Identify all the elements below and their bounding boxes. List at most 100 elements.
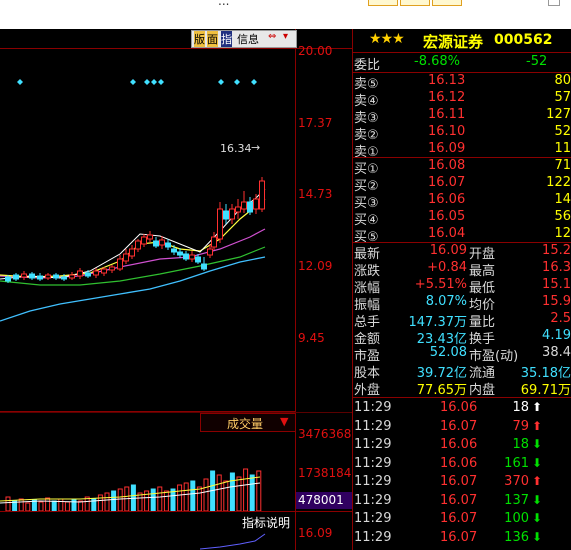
stat-value: 15.1 [542, 277, 571, 292]
bids-price: 16.05 [428, 209, 466, 224]
bids-price: 16.08 [428, 158, 466, 173]
candles [5, 177, 265, 283]
bids-row[interactable]: 买⑤ 16.04 12 [352, 226, 571, 245]
trade-row[interactable]: 11:29 16.06 18 ⬇ [352, 436, 571, 454]
candle-body [109, 266, 115, 271]
candle-body [235, 206, 241, 213]
bids-volume: 12 [554, 226, 571, 241]
top-tab-2[interactable] [400, 0, 430, 6]
stat-label: 外盘 [354, 383, 381, 398]
asks-volume: 57 [554, 90, 571, 105]
bids-row[interactable]: 买④ 16.05 56 [352, 209, 571, 228]
stat-row: 金额 23.43亿 换手 4.19 [352, 328, 571, 347]
stat-value: 69.71万 [520, 383, 571, 398]
volume-bar [64, 501, 70, 511]
candle-body [141, 236, 147, 245]
price-tick: 9.45 [298, 331, 325, 345]
trade-time: 11:29 [354, 474, 392, 489]
candle-body [229, 208, 235, 220]
indicator-tick: 16.09 [298, 526, 333, 540]
signal-marker-icon [218, 79, 224, 85]
stock-name: 宏源证券 [423, 33, 484, 51]
candle-body [201, 263, 207, 270]
signal-marker-icon [251, 79, 257, 85]
trade-price: 16.07 [440, 418, 478, 434]
stat-value: 16.09 [429, 243, 467, 258]
trade-time: 11:29 [354, 511, 392, 526]
toolbar-icon-1[interactable]: 版 [194, 31, 205, 47]
kline-chart-area[interactable]: 版 面 指 信息 ⇔ ▾ 20.00 17.37 14.73 12.09 9.4… [0, 29, 352, 550]
bids-volume: 122 [546, 175, 571, 190]
stat-row: 最新 16.09 开盘 15.2 [352, 243, 571, 262]
volume-bar [137, 492, 143, 511]
toolbar-icon-3[interactable]: 指 [221, 31, 232, 47]
trade-price: 16.07 [440, 511, 478, 526]
asks-row[interactable]: 卖① 16.09 11 [352, 141, 571, 160]
asks-volume: 80 [554, 73, 571, 88]
top-tab-1[interactable] [368, 0, 398, 6]
trade-price: 16.07 [440, 492, 478, 508]
ratio-diff: -52 [526, 54, 548, 69]
candle-body [159, 239, 165, 246]
trade-row[interactable]: 11:29 16.06 18 ⬆ [352, 399, 571, 417]
arrows-icon[interactable]: ⇔ [268, 31, 276, 42]
stat-label: 内盘 [469, 383, 496, 398]
volume-tick: 3476368 [298, 427, 352, 441]
trade-row[interactable]: 11:29 16.07 137 ⬇ [352, 492, 571, 510]
stat-value: 38.4 [542, 345, 571, 360]
asks-row[interactable]: 卖③ 16.11 127 [352, 107, 571, 126]
indicator-plot [200, 533, 266, 550]
trade-row[interactable]: 11:29 16.06 161 ⬇ [352, 455, 571, 473]
trade-volume: 370 [504, 474, 529, 489]
ratio-label: 委比 [354, 58, 381, 73]
stat-row: 股本 39.72亿 流通 35.18亿 [352, 362, 571, 381]
trade-row[interactable]: 11:29 16.07 79 ⬆ [352, 418, 571, 436]
volume-bar [18, 498, 24, 511]
trade-time: 11:29 [354, 437, 392, 452]
candle-body [77, 270, 83, 277]
stat-value: +5.51% [414, 277, 467, 292]
candle-body [153, 240, 159, 247]
asks-row[interactable]: 卖② 16.10 52 [352, 124, 571, 143]
candle-body [211, 236, 217, 248]
ratio-row: 委比 -8.68% -52 [352, 54, 571, 73]
asks-price: 16.11 [428, 107, 466, 122]
window-close-icon[interactable] [548, 0, 560, 6]
dropdown-icon[interactable]: ▾ [283, 31, 288, 42]
volume-tick: 1738184 [298, 466, 352, 480]
trade-volume: 100 [504, 511, 529, 526]
bids-price: 16.04 [428, 226, 466, 241]
volume-bar [58, 498, 64, 511]
bids-row[interactable]: 买① 16.08 71 [352, 158, 571, 177]
top-tab-3[interactable] [432, 0, 462, 6]
info-button[interactable]: 信息 [237, 31, 259, 47]
asks-row[interactable]: 卖④ 16.12 57 [352, 90, 571, 109]
ratio-value: -8.68% [414, 54, 460, 69]
indicator-dropdown[interactable]: 成交量 ▼ [200, 413, 296, 432]
candle-body [189, 254, 195, 260]
trade-row[interactable]: 11:29 16.07 100 ⬇ [352, 510, 571, 528]
chevron-down-icon: ▼ [280, 415, 289, 428]
candle-body [93, 270, 99, 276]
trade-price: 16.07 [440, 529, 478, 545]
bids-volume: 71 [554, 158, 571, 173]
volume-bar [223, 480, 229, 511]
bids-price: 16.06 [428, 192, 466, 207]
trade-row[interactable]: 11:29 16.07 136 ⬇ [352, 529, 571, 547]
trade-price: 16.07 [440, 474, 478, 489]
trade-row[interactable]: 11:29 16.07 370 ⬆ [352, 473, 571, 491]
candle-body [147, 234, 153, 240]
signal-marker-icon [17, 79, 23, 85]
asks-row[interactable]: 卖⑤ 16.13 80 [352, 73, 571, 92]
candle-body [247, 201, 253, 213]
asks-price: 16.10 [428, 124, 466, 139]
bids-row[interactable]: 买③ 16.06 14 [352, 192, 571, 211]
volume-bar [5, 496, 11, 511]
quote-panel: ★★★ 宏源证券 000562 委比 -8.68% -52 卖⑤ 16.13 80 卖… [352, 29, 571, 550]
bids-row[interactable]: 买② 16.07 122 [352, 175, 571, 194]
volume-bar [150, 488, 156, 511]
stat-value: 4.19 [542, 328, 571, 343]
volume-bar [183, 482, 189, 511]
stock-code: 000562 [494, 32, 553, 48]
toolbar-icon-2[interactable]: 面 [207, 31, 218, 47]
